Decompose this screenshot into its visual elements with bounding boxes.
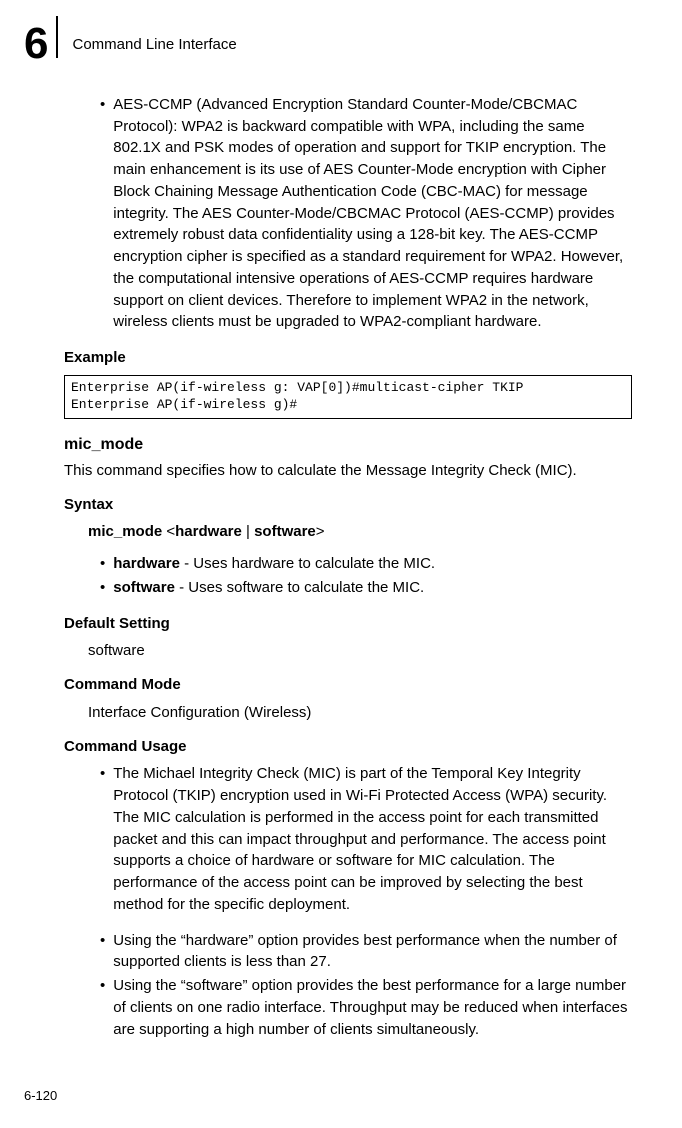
example-heading: Example: [64, 347, 632, 369]
syntax-line: mic_mode <hardware | software>: [88, 521, 632, 543]
syntax-option-software: • software - Uses software to calculate …: [100, 577, 632, 599]
usage-bullet-3: • Using the “software” option provides t…: [100, 975, 632, 1040]
syntax-opt1-bold: hardware: [113, 555, 180, 572]
default-value: software: [88, 640, 632, 662]
syntax-heading: Syntax: [64, 494, 632, 516]
syntax-open: <: [162, 523, 175, 540]
mode-value: Interface Configuration (Wireless): [88, 702, 632, 724]
usage3-text: Using the “software” option provides the…: [113, 975, 632, 1040]
command-description: This command specifies how to calculate …: [64, 460, 632, 482]
page-number: 6-120: [24, 1087, 57, 1106]
page-content: • AES-CCMP (Advanced Encryption Standard…: [0, 94, 682, 1040]
syntax-opt1-rest: - Uses hardware to calculate the MIC.: [180, 555, 435, 572]
command-name: mic_mode: [64, 433, 632, 456]
syntax-cmd-bold: mic_mode: [88, 523, 162, 540]
bullet-icon: •: [100, 553, 105, 575]
aes-ccmp-bullet: • AES-CCMP (Advanced Encryption Standard…: [100, 94, 632, 333]
bullet-icon: •: [100, 94, 105, 333]
usage-bullet-1: • The Michael Integrity Check (MIC) is p…: [100, 763, 632, 915]
syntax-opt1: hardware - Uses hardware to calculate th…: [113, 553, 435, 575]
page-header: 6 Command Line Interface: [0, 0, 682, 94]
bullet-icon: •: [100, 975, 105, 1040]
syntax-opt2: software - Uses software to calculate th…: [113, 577, 424, 599]
mode-heading: Command Mode: [64, 674, 632, 696]
usage2-text: Using the “hardware” option provides bes…: [113, 930, 632, 974]
usage-bullet-2: • Using the “hardware” option provides b…: [100, 930, 632, 974]
bullet-icon: •: [100, 763, 105, 915]
syntax-opt2-rest: - Uses software to calculate the MIC.: [175, 579, 424, 596]
default-heading: Default Setting: [64, 613, 632, 635]
header-title: Command Line Interface: [72, 34, 236, 56]
usage1-text: The Michael Integrity Check (MIC) is par…: [113, 763, 632, 915]
chapter-number: 6: [24, 12, 56, 76]
code-example: Enterprise AP(if-wireless g: VAP[0])#mul…: [64, 375, 632, 419]
syntax-software-bold: software: [254, 523, 316, 540]
syntax-close: >: [316, 523, 325, 540]
bullet-icon: •: [100, 577, 105, 599]
code-line-1: Enterprise AP(if-wireless g: VAP[0])#mul…: [71, 380, 523, 395]
aes-ccmp-text: AES-CCMP (Advanced Encryption Standard C…: [113, 94, 632, 333]
code-line-2: Enterprise AP(if-wireless g)#: [71, 397, 297, 412]
syntax-option-hardware: • hardware - Uses hardware to calculate …: [100, 553, 632, 575]
usage-heading: Command Usage: [64, 736, 632, 758]
syntax-opt2-bold: software: [113, 579, 175, 596]
syntax-pipe: |: [242, 523, 254, 540]
syntax-hardware-bold: hardware: [175, 523, 242, 540]
bullet-icon: •: [100, 930, 105, 974]
